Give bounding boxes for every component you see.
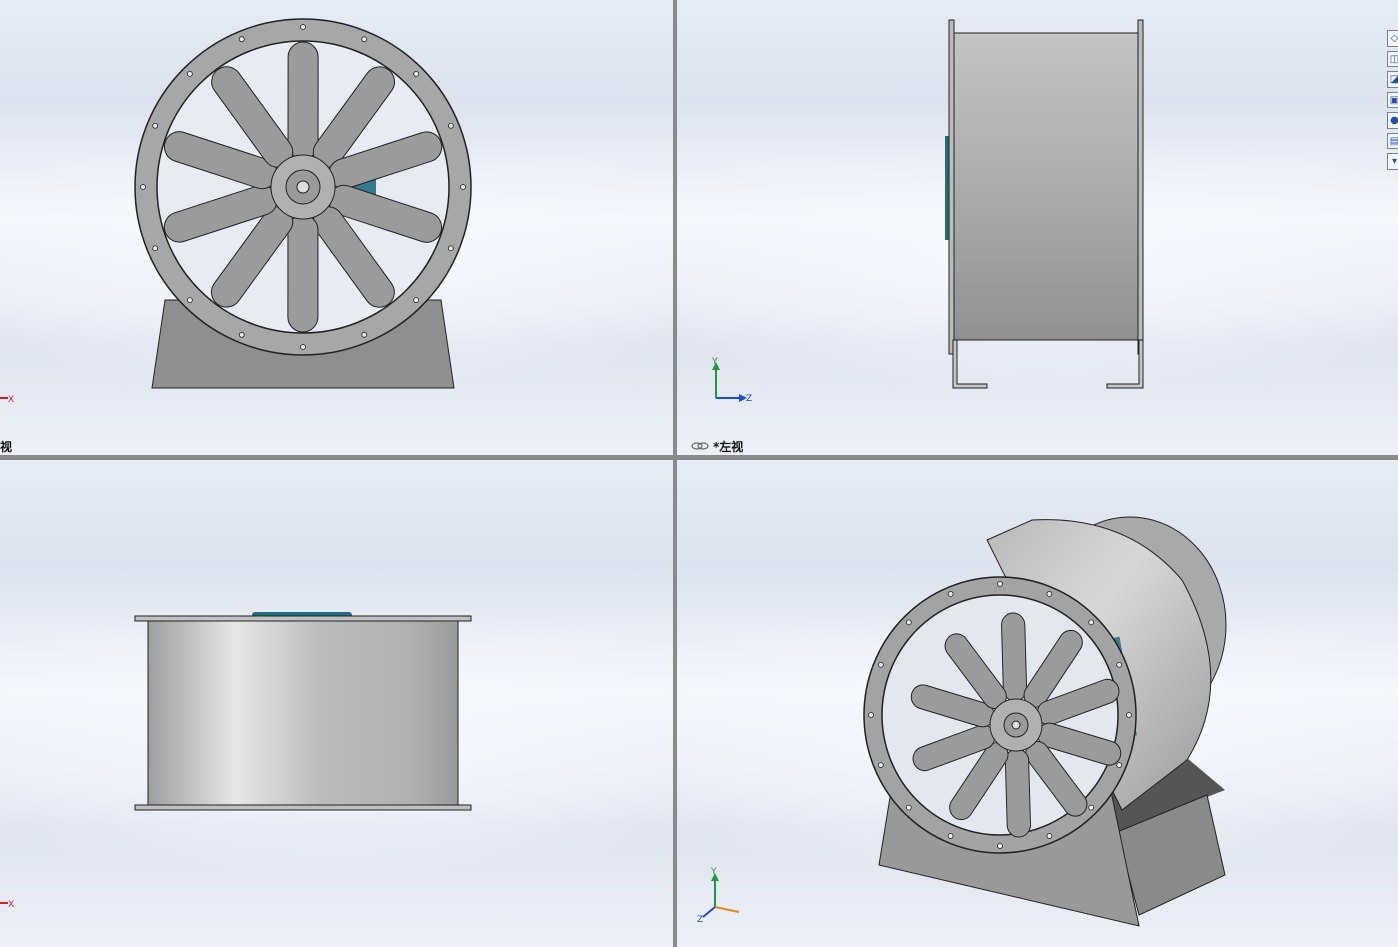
flange-bolt [1116, 661, 1123, 668]
fan-blade [287, 41, 319, 160]
hide-show-icon[interactable]: ▣ [1387, 91, 1398, 109]
flange-bolt [238, 36, 245, 43]
viewport-front[interactable]: X 视 [0, 0, 673, 455]
axis-triad: Y Z [711, 357, 752, 404]
flange-bolt [877, 762, 884, 769]
flange-bolt [361, 331, 368, 338]
fan-side-view: Y Z [691, 19, 1144, 450]
flange-bolt [238, 331, 245, 338]
flange-bolt [947, 591, 954, 597]
axis-z-label: Z [746, 394, 752, 404]
display-style-icon[interactable]: ◪ [1387, 71, 1398, 88]
flange-bolt [905, 804, 912, 811]
viewport-left[interactable]: Y Z *左视 [677, 0, 1398, 455]
flange-bolt [868, 712, 874, 718]
axis-x-label: X [8, 900, 14, 910]
flange-bolt [947, 833, 954, 839]
flange-bolt [877, 661, 884, 668]
view-label: *左视 [713, 440, 744, 454]
viewport-top[interactable]: X [0, 460, 673, 947]
fan-blade [1001, 612, 1028, 702]
flange-bolt [1046, 833, 1053, 839]
flange-bolt [361, 36, 368, 43]
flange-bolt [300, 344, 306, 350]
flange-bolt [152, 245, 159, 252]
flange-bolt [447, 122, 454, 129]
axis-x-label: X [8, 395, 14, 405]
appearance-icon[interactable]: ● [1387, 112, 1398, 129]
flange-bolt [447, 245, 454, 252]
scene-icon[interactable]: ▤ [1387, 132, 1398, 150]
flange-bolt [186, 297, 193, 304]
fan-isometric-view: Y Z [697, 516, 1227, 927]
flange-bolt [997, 843, 1003, 849]
section-view-icon[interactable]: ◫ [1387, 50, 1398, 68]
flange-bolt [152, 122, 159, 129]
view-orientation-icon[interactable]: ◇ [1387, 30, 1398, 47]
fan-blade [287, 214, 319, 333]
flange-bolt [140, 184, 146, 190]
view-settings-icon[interactable]: ▾ [1387, 153, 1398, 171]
axis-triad: X [0, 900, 14, 910]
axis-z-label: Z [697, 915, 703, 925]
axis-triad: Y Z [697, 867, 740, 925]
viewport-isometric[interactable]: Y Z [677, 460, 1398, 947]
axis-y-label: Y [711, 357, 718, 367]
flange-bolt [905, 619, 912, 626]
flange-bolt [186, 70, 193, 77]
flange-bolt [1116, 762, 1123, 769]
view-link-icon [691, 442, 709, 450]
flange-bolt [1088, 619, 1095, 626]
flange-bolt [413, 70, 420, 77]
fan-front-view: X [0, 18, 472, 405]
view-label: 视 [0, 440, 13, 454]
flange-bolt [460, 184, 466, 190]
axis-y-label: Y [710, 867, 717, 877]
fan-blade [1004, 748, 1031, 838]
flange-bolt [413, 297, 420, 304]
heads-up-toolbar: ◇ ◫ ◪ ▣ ● ▤ ▾ [1387, 30, 1398, 171]
axis-triad: X [0, 395, 14, 405]
flange-bolt [300, 24, 306, 30]
flange-bolt [1046, 591, 1053, 597]
flange-bolt [1088, 804, 1095, 811]
flange-bolt [997, 581, 1003, 587]
fan-top-view: X [0, 612, 472, 910]
flange-bolt [1126, 712, 1132, 718]
